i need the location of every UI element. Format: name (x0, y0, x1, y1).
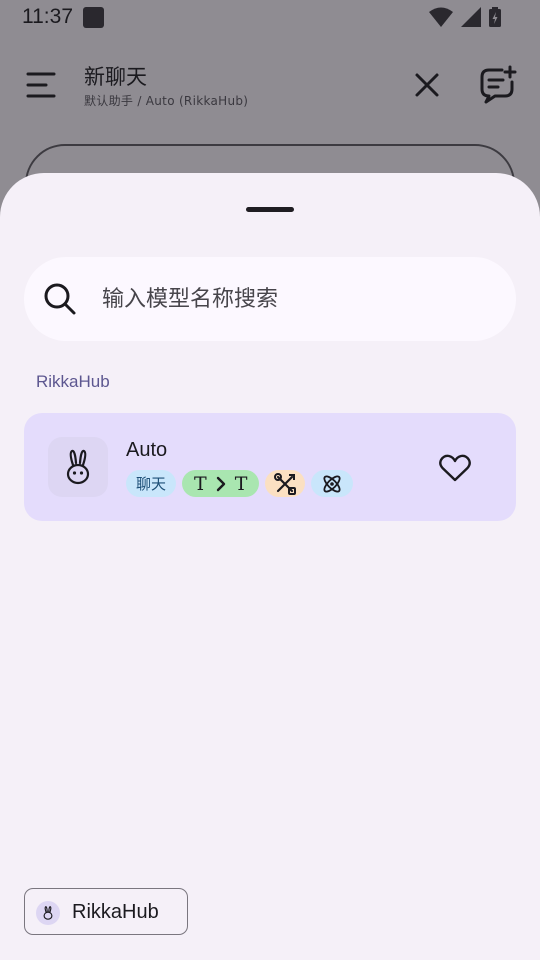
tag-modality: T T (182, 470, 260, 497)
rabbit-icon (66, 449, 90, 485)
provider-chip-rikkahub[interactable]: RikkaHub (24, 888, 188, 935)
rabbit-icon (43, 906, 53, 920)
model-picker-sheet: RikkaHub Auto 聊天 T T (0, 173, 540, 960)
new-chat-button[interactable] (478, 65, 518, 105)
wifi-icon (429, 7, 453, 27)
notification-icon (83, 7, 104, 28)
status-icons (428, 6, 502, 28)
modality-input: T (194, 472, 207, 495)
tag-chat: 聊天 (126, 470, 177, 497)
heart-outline-icon (439, 454, 471, 482)
close-icon (415, 73, 439, 97)
model-avatar (48, 437, 108, 497)
model-item-auto[interactable]: Auto 聊天 T T (24, 413, 516, 521)
tag-reasoning (311, 470, 354, 497)
status-bar: 11:37 (0, 0, 540, 34)
search-box[interactable] (24, 257, 516, 341)
menu-icon (26, 72, 56, 98)
search-input[interactable] (102, 277, 492, 321)
modality-output: T (234, 472, 248, 495)
model-tags: 聊天 T T (126, 470, 354, 497)
chat-title[interactable]: 新聊天 (84, 61, 147, 91)
chat-subtitle[interactable]: 默认助手 / Auto (RikkaHub) (84, 92, 248, 109)
provider-avatar (36, 901, 60, 925)
model-name: Auto (126, 439, 168, 461)
close-button[interactable] (410, 68, 444, 102)
signal-icon (461, 7, 481, 27)
status-time: 11:37 (22, 5, 73, 28)
app-bar: 新聊天 默认助手 / Auto (RikkaHub) (0, 48, 540, 124)
menu-button[interactable] (24, 68, 60, 102)
search-icon (44, 283, 76, 315)
reasoning-icon (323, 474, 341, 493)
arrow-right-icon (216, 476, 225, 491)
provider-group-header: RikkaHub (36, 372, 110, 391)
favorite-button[interactable] (438, 453, 472, 483)
tool-icon (274, 472, 297, 495)
provider-chip-label: RikkaHub (72, 901, 159, 923)
tag-tools (265, 470, 306, 497)
new-chat-icon (480, 65, 517, 104)
battery-icon (489, 7, 501, 27)
drag-handle[interactable] (246, 207, 294, 212)
